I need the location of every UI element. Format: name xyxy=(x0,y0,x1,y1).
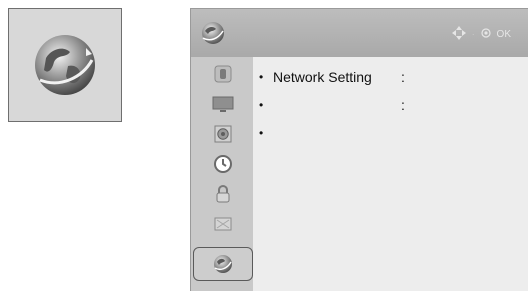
header-globe-icon xyxy=(202,22,224,44)
ok-label: OK xyxy=(496,28,511,40)
menu-header: · OK xyxy=(191,9,528,57)
bullet: • xyxy=(259,70,264,84)
hint-dot: · xyxy=(471,29,475,39)
speaker-icon xyxy=(214,125,232,143)
globe-icon xyxy=(35,35,95,95)
tv-menu-screen: · OK • Network Setting: •: • xyxy=(0,0,528,291)
bullet: • xyxy=(259,98,264,112)
sidebar-item-sound[interactable] xyxy=(199,121,247,147)
menu-item-2[interactable]: • : xyxy=(259,95,413,115)
dpad-icon xyxy=(451,25,466,43)
menu-content: • Network Setting : • : • xyxy=(253,57,528,291)
menu-item-label: Network Setting xyxy=(273,69,372,85)
network-globe-icon-box xyxy=(8,8,122,122)
input-icon xyxy=(214,217,232,231)
menu-sidebar xyxy=(191,57,253,291)
sidebar-item-network[interactable] xyxy=(193,247,253,281)
sidebar-item-time[interactable] xyxy=(199,151,247,177)
menu-item-network-setting[interactable]: • Network Setting : xyxy=(259,67,413,87)
monitor-icon xyxy=(212,96,234,112)
network-globe-icon xyxy=(214,255,232,273)
network-menu-panel: · OK • Network Setting: •: • xyxy=(190,8,528,291)
sidebar-item-lock[interactable] xyxy=(199,181,247,207)
lock-icon xyxy=(216,184,230,203)
clock-icon xyxy=(214,155,232,173)
ok-circle-icon xyxy=(480,27,491,41)
bullet: • xyxy=(259,126,264,140)
menu-item-separator: : xyxy=(401,69,405,85)
picture-icon xyxy=(214,65,232,83)
sidebar-item-picture[interactable] xyxy=(199,61,247,87)
sidebar-item-display[interactable] xyxy=(199,91,247,117)
menu-item-3[interactable]: • xyxy=(259,123,413,143)
navigation-hint: · OK xyxy=(451,25,511,43)
sidebar-item-input[interactable] xyxy=(199,211,247,237)
menu-item-separator: : xyxy=(401,97,405,113)
